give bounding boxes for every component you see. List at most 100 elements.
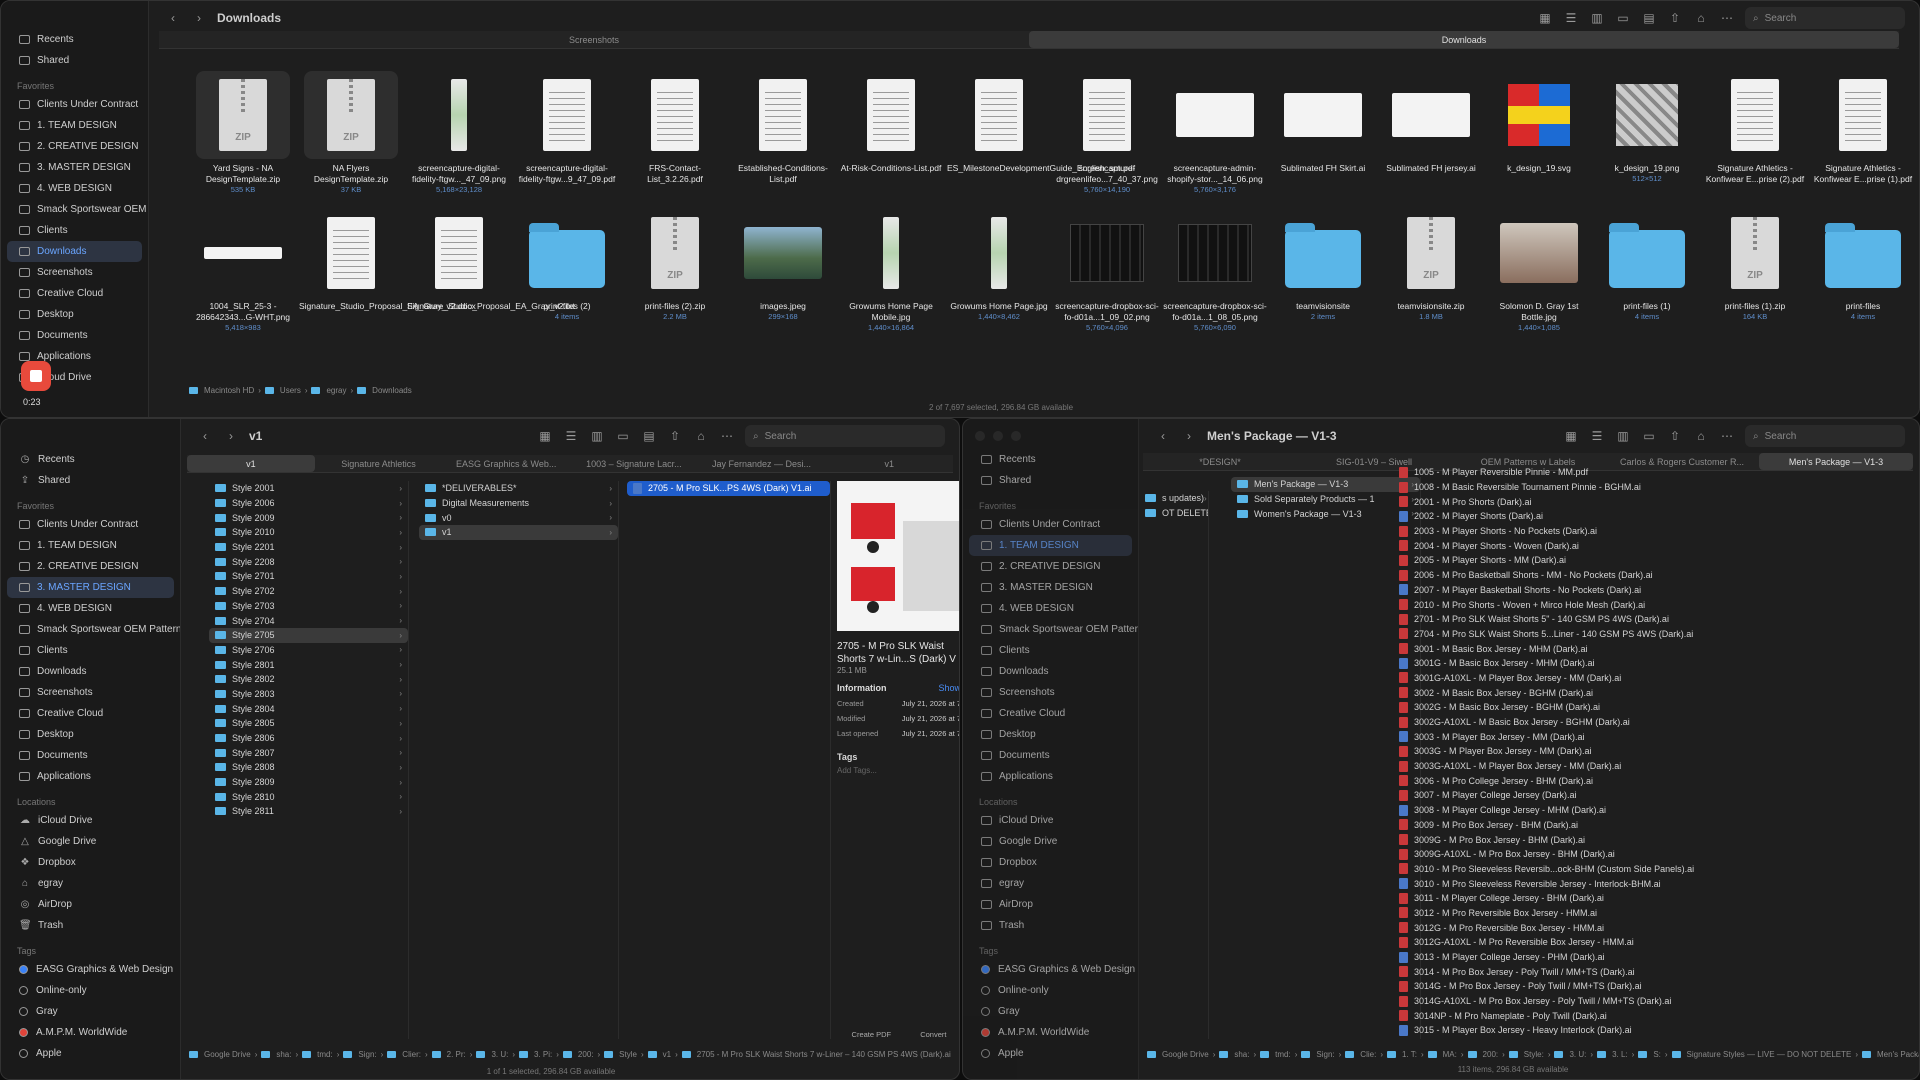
sidebar-item-gray[interactable]: Gray [963, 1001, 1138, 1022]
sidebar-item-1-team-design[interactable]: 1. TEAM DESIGN [1, 535, 180, 556]
sidebar-item-creative-cloud[interactable]: Creative Cloud [963, 703, 1138, 724]
path-segment[interactable]: 2705 - M Pro SLK Waist Shorts 7 w-Liner … [697, 1050, 951, 1059]
sidebar-item-online-only[interactable]: Online-only [1, 980, 180, 1001]
tab-downloads[interactable]: Downloads [1029, 31, 1899, 48]
path-segment[interactable]: sha: [1234, 1050, 1249, 1059]
file-row[interactable]: 2002 - M Player Shorts (Dark).ai [1393, 509, 1863, 524]
sidebar-item-easg-graphics-web-design[interactable]: EASG Graphics & Web Design [1, 959, 180, 980]
path-segment[interactable]: 200: [1483, 1050, 1499, 1059]
file-item[interactable]: k_design_19.png 512×512 [1593, 71, 1701, 199]
sidebar-item-3-master-design[interactable]: 3. MASTER DESIGN [7, 577, 174, 598]
path-segment[interactable]: Style [619, 1050, 637, 1059]
path-segment[interactable]: MA: [1443, 1050, 1457, 1059]
sidebar-item-downloads[interactable]: Downloads [1, 661, 180, 682]
sidebar-item-clients-under-contract[interactable]: Clients Under Contract [963, 514, 1138, 535]
sidebar-item-screenshots[interactable]: Screenshots [1, 682, 180, 703]
sidebar-item-downloads[interactable]: Downloads [963, 661, 1138, 682]
back-icon[interactable]: ‹ [165, 11, 181, 25]
path-segment[interactable]: egray [326, 386, 346, 395]
folder-row[interactable]: Men's Package — V1-3 › [1231, 477, 1420, 492]
tag-icon[interactable]: ⌂ [1693, 429, 1709, 443]
share-icon[interactable]: ⇧ [667, 429, 683, 443]
sidebar-item-1-team-design[interactable]: 1. TEAM DESIGN [1, 115, 148, 136]
sidebar-item-shared[interactable]: Shared [1, 50, 148, 71]
sidebar-item-airdrop[interactable]: ◎ AirDrop [1, 894, 180, 915]
path-segment[interactable]: 3. U: [1569, 1050, 1586, 1059]
column-view-icon[interactable]: ▥ [589, 429, 605, 443]
sidebar-item-egray[interactable]: egray [963, 873, 1138, 894]
file-item[interactable]: screencapture-admin-shopify-stor..._14_0… [1161, 71, 1269, 199]
file-item[interactable]: print-files (2) 4 items [513, 209, 621, 337]
sidebar-item-apple[interactable]: Apple [1, 1043, 180, 1064]
forward-icon[interactable]: › [223, 429, 239, 443]
folder-row[interactable]: OT DELETE› [1139, 506, 1208, 521]
file-item[interactable]: Growums Home Page Mobile.jpg 1,440×16,864 [837, 209, 945, 337]
tab-design[interactable]: *DESIGN* [1143, 453, 1297, 470]
folder-row[interactable]: Women's Package — V1-3 › [1231, 506, 1420, 521]
file-item[interactable]: Solomon D. Gray 1st Bottle.jpg 1,440×1,08… [1485, 209, 1593, 337]
sidebar-item-google-drive[interactable]: △ Google Drive [1, 831, 180, 852]
folder-row[interactable]: Style 2703 › [209, 599, 408, 614]
gallery-view-icon[interactable]: ▭ [1615, 11, 1631, 25]
folder-row[interactable]: v1 › [419, 525, 618, 540]
file-row[interactable]: 2004 - M Player Shorts - Woven (Dark).ai [1393, 538, 1863, 553]
sidebar-item-4-web-design[interactable]: 4. WEB DESIGN [1, 598, 180, 619]
folder-row[interactable]: Style 2810 › [209, 789, 408, 804]
sidebar-item-shared[interactable]: ⇪ Shared [1, 470, 180, 491]
file-row[interactable]: 3002G-A10XL - M Basic Box Jersey - BGHM … [1393, 715, 1863, 730]
tab-screenshots[interactable]: Screenshots [159, 31, 1029, 48]
sidebar-item-dropbox[interactable]: Dropbox [963, 852, 1138, 873]
file-item[interactable]: screencapture-digital-fidelity-ftgw...9_… [513, 71, 621, 199]
folder-row[interactable]: *DELIVERABLES* › [419, 481, 618, 496]
sidebar-item-apple[interactable]: Apple [963, 1043, 1138, 1064]
folder-row[interactable]: Style 2006 › [209, 496, 408, 511]
file-item[interactable]: ZIP NA Flyers DesignTemplate.zip 37 KB [297, 71, 405, 199]
sidebar-item-desktop[interactable]: Desktop [963, 724, 1138, 745]
file-item[interactable]: Established-Conditions-List.pdf [729, 71, 837, 199]
file-row[interactable]: 3006 - M Pro College Jersey - BHM (Dark)… [1393, 773, 1863, 788]
tab-easg-graphics-web[interactable]: EASG Graphics & Web... [442, 455, 570, 472]
folder-row[interactable]: Style 2009 › [209, 510, 408, 525]
sidebar-item-a-m-p-m-worldwide[interactable]: A.M.P.M. WorldWide [1, 1022, 180, 1043]
file-item[interactable]: ES_MilestoneDevelopmentGuide_English_sm.… [945, 71, 1135, 199]
folder-row[interactable]: Digital Measurements › [419, 496, 618, 511]
more-icon[interactable]: ⋯ [719, 429, 735, 443]
folder-row[interactable]: v0 › [419, 510, 618, 525]
file-row[interactable]: 2006 - M Pro Basketball Shorts - MM - No… [1393, 568, 1863, 583]
file-item[interactable]: FRS-Contact-List_3.2.26.pdf [621, 71, 729, 199]
folder-row[interactable]: s updates) › [1139, 491, 1208, 506]
sidebar-item-shared[interactable]: Shared [963, 470, 1138, 491]
file-row[interactable]: 3014G-A10XL - M Pro Box Jersey - Poly Tw… [1393, 994, 1863, 1009]
file-item[interactable]: print-files (1) 4 items [1593, 209, 1701, 337]
sidebar-item-smack-sportswear-oem-patterns[interactable]: Smack Sportswear OEM Patterns [1, 619, 180, 640]
list-view-icon[interactable]: ☰ [563, 429, 579, 443]
path-segment[interactable]: Clier: [402, 1050, 421, 1059]
file-row[interactable]: 3011 - M Player College Jersey - BHM (Da… [1393, 891, 1863, 906]
sidebar-item-clients-under-contract[interactable]: Clients Under Contract [1, 94, 148, 115]
file-row[interactable]: 3009G-A10XL - M Pro Box Jersey - BHM (Da… [1393, 847, 1863, 862]
tag-icon[interactable]: ⌂ [1693, 11, 1709, 25]
file-row[interactable]: 3014 - M Pro Box Jersey - Poly Twill / M… [1393, 964, 1863, 979]
sidebar-item-airdrop[interactable]: AirDrop [963, 894, 1138, 915]
file-row[interactable]: 3009G - M Pro Box Jersey - BHM (Dark).ai [1393, 832, 1863, 847]
folder-row[interactable]: Style 2801 › [209, 657, 408, 672]
file-item[interactable]: ZIP print-files (1).zip 164 KB [1701, 209, 1809, 337]
tag-icon[interactable]: ⌂ [693, 429, 709, 443]
sidebar-item-screenshots[interactable]: Screenshots [1, 262, 148, 283]
path-segment[interactable]: Google Drive [204, 1050, 251, 1059]
file-row[interactable]: 1005 - M Player Reversible Pinnie - MM.p… [1393, 465, 1863, 480]
path-segment[interactable]: 3. L: [1612, 1050, 1628, 1059]
sidebar-item-smack-sportswear-oem-patterns[interactable]: Smack Sportswear OEM Patterns [1, 199, 148, 220]
gallery-view-icon[interactable]: ▭ [1641, 429, 1657, 443]
file-row[interactable]: 2701 - M Pro SLK Waist Shorts 5" - 140 G… [1393, 612, 1863, 627]
file-row[interactable]: 2001 - M Pro Shorts (Dark).ai [1393, 494, 1863, 509]
folder-row[interactable]: Style 2701 › [209, 569, 408, 584]
sidebar-item-online-only[interactable]: Online-only [963, 980, 1138, 1001]
sidebar-item-downloads[interactable]: Downloads [7, 241, 142, 262]
add-tags-field[interactable]: Add Tags... [837, 766, 959, 775]
file-item[interactable]: Signature_Studio_Proposal_EA_Gray_v2.txt [405, 209, 575, 337]
sidebar-item-3-master-design[interactable]: 3. MASTER DESIGN [963, 577, 1138, 598]
file-row[interactable]: 3007 - M Player College Jersey (Dark).ai [1393, 788, 1863, 803]
sidebar-item-2-creative-design[interactable]: 2. CREATIVE DESIGN [1, 136, 148, 157]
sidebar-item-trash[interactable]: Trash [963, 915, 1138, 936]
